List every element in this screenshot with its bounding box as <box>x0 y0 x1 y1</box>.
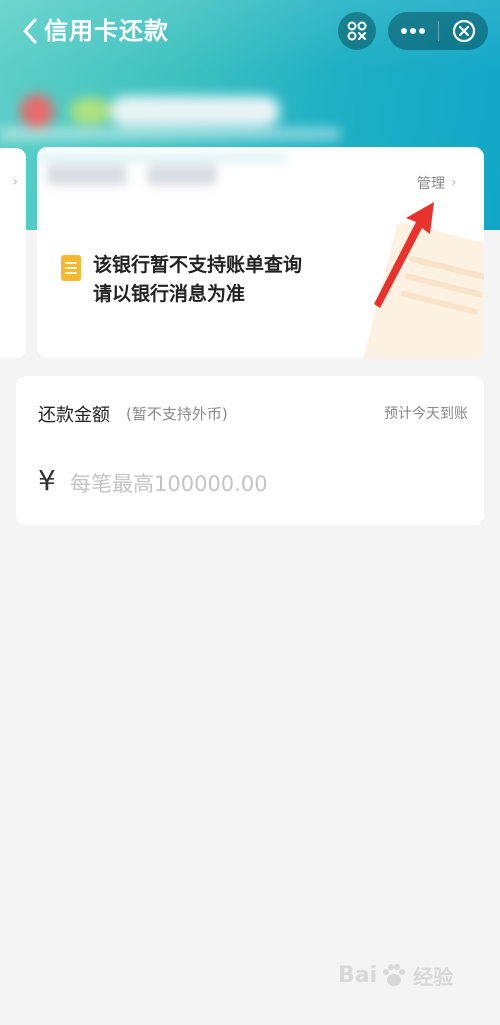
baidu-watermark: Bai 经验 <box>338 960 453 990</box>
currency-symbol: ¥ <box>38 464 56 497</box>
manage-label: 管理 <box>417 176 445 192</box>
notice-line-1: 该银行暂不支持账单查询 <box>93 254 303 276</box>
more-dots-icon <box>401 28 425 34</box>
close-button[interactable] <box>439 12 488 50</box>
manage-link[interactable]: 管理 › <box>417 173 457 193</box>
notice-line-2: 请以银行消息为准 <box>93 283 246 305</box>
chevron-right-icon: › <box>451 175 457 191</box>
arrival-estimate: 预计今天到账 <box>384 406 468 422</box>
chevron-right-icon: › <box>12 174 18 190</box>
document-icon <box>61 255 81 281</box>
annotation-arrow-icon <box>374 202 434 308</box>
mini-program-capsule <box>388 12 488 50</box>
amount-label: 还款金额 <box>38 405 110 426</box>
watermark-text: Bai <box>338 962 378 988</box>
more-button[interactable] <box>388 12 438 50</box>
scan-button[interactable] <box>338 12 376 50</box>
amount-card: 还款金额 (暂不支持外币) 预计今天到账 ¥ <box>16 376 484 525</box>
close-circle-icon <box>452 19 475 43</box>
blurred-account-info <box>0 82 340 140</box>
paw-icon <box>383 964 406 986</box>
scan-icon <box>347 21 367 41</box>
bill-notice: 该银行暂不支持账单查询 请以银行消息为准 <box>61 251 302 309</box>
page-title: 信用卡还款 <box>44 17 169 45</box>
watermark-suffix: 经验 <box>413 964 454 989</box>
blurred-bank-name <box>37 155 287 197</box>
chevron-left-icon <box>23 18 37 44</box>
amount-sub-label: (暂不支持外币) <box>126 405 228 423</box>
amount-input[interactable] <box>70 468 450 500</box>
previous-card-peek[interactable]: › <box>0 148 26 358</box>
back-button[interactable] <box>18 16 42 46</box>
